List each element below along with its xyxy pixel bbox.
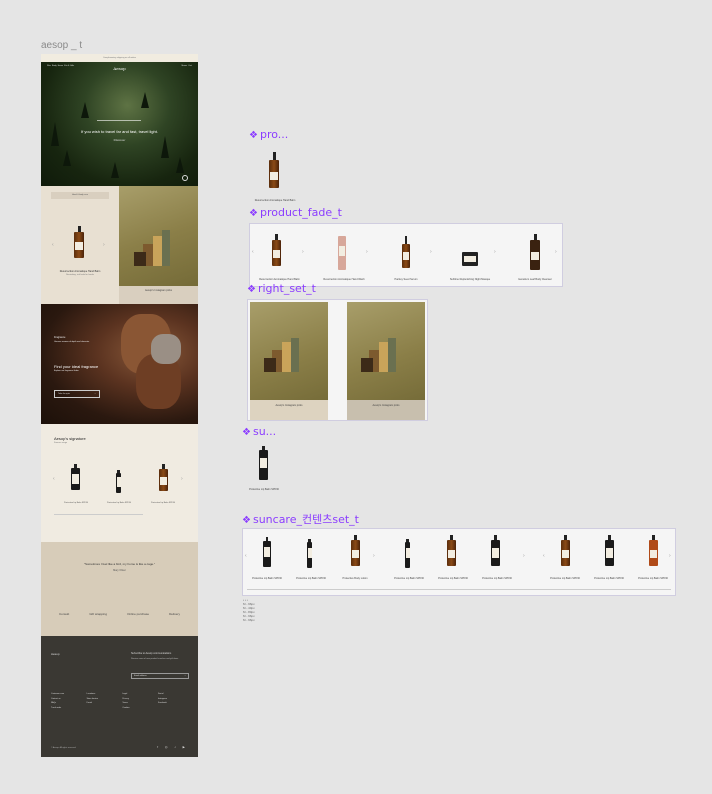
signature-item[interactable]: Protective Lip Balm SPF30: [56, 502, 96, 504]
instagram-card[interactable]: Aesop's Instagram picks: [347, 302, 425, 420]
fragrance-desc: Uncover aromas of depth and character: [54, 341, 90, 343]
carousel-progress: [247, 589, 671, 590]
link-delivery[interactable]: Delivery: [169, 612, 180, 616]
product-bottle-image: [74, 226, 84, 258]
product-section: Hand & body care ‹ › Resurrection Aromat…: [41, 186, 198, 304]
announcement-bar: Complimentary shipping on all orders: [41, 54, 198, 62]
product-tag: Hand & body care: [51, 192, 109, 199]
fade-item[interactable]: Parsley Seed Serum: [380, 278, 432, 281]
component-icon: ❖: [249, 130, 258, 141]
component-label-right-set[interactable]: ❖ right_set_t: [247, 282, 316, 295]
suncare-item[interactable]: Protective Lip Balm SPF30: [389, 577, 429, 580]
product-bottle-image: [269, 152, 279, 188]
footer: Aesop Subscribe to Aesop communications …: [41, 636, 198, 757]
product-carousel: Hand & body care ‹ › Resurrection Aromat…: [41, 186, 119, 304]
quote-author: Mary Oliver: [113, 569, 126, 572]
quote-text: "Sometimes I feel like a bird, my home i…: [83, 562, 156, 566]
instagram-card[interactable]: Aesop's Instagram picks: [250, 302, 328, 420]
signature-item[interactable]: Protective Lip Balm SPF30: [99, 502, 139, 504]
suncare-item[interactable]: Protective Lip Balm SPF30: [247, 577, 287, 580]
component-label-product-fade[interactable]: ❖ product_fade_t: [249, 206, 342, 219]
fragrance-quiz-button[interactable]: Take the quiz →: [54, 390, 100, 398]
fade-item[interactable]: Geranium Leaf Body Cleanser: [508, 278, 562, 281]
quote-section: "Sometimes I feel like a bird, my home i…: [41, 542, 198, 636]
suncare-bottle: [71, 464, 80, 490]
footer-col: Locations Store locator Facial: [86, 693, 98, 704]
signature-section: Aesop's signature Suncare range ‹ › Prot…: [41, 424, 198, 542]
suncare-name: Protective Lip Balm SPF30: [249, 488, 279, 491]
chevron-right-icon[interactable]: ›: [555, 249, 557, 255]
hero-divider: [97, 120, 141, 121]
card-caption: Aesop's Instagram picks: [347, 400, 425, 420]
chevron-right-icon[interactable]: ›: [103, 242, 105, 248]
chevron-right-icon[interactable]: ›: [181, 476, 183, 482]
page-frame: Complimentary shipping on all orders Ski…: [41, 54, 198, 757]
hero-quote: If you wish to travel far and fast, trav…: [81, 129, 158, 134]
chevron-left-icon[interactable]: ‹: [52, 242, 54, 248]
link-online-purchase[interactable]: Online purchase: [127, 612, 149, 616]
suncare-item[interactable]: Protective Lip Balm SPF30: [291, 577, 331, 580]
suncare-bottle: [116, 470, 121, 493]
product-name[interactable]: Resurrection Aromatique Hand Balm: [41, 270, 119, 273]
component-label-pro[interactable]: ❖ pro...: [249, 128, 288, 141]
product-fade-frame: ‹ › › › › › Resurrection Aromatique Hand Ba…: [249, 223, 563, 287]
footer-col: Legal Privacy Terms Cookies: [122, 693, 130, 709]
footer-newsletter-sub: Receive news of new product launches and…: [131, 658, 179, 660]
instagram-caption: Aesop's Instagram picks: [119, 286, 198, 304]
instagram-card[interactable]: Aesop's Instagram picks: [119, 186, 198, 304]
suncare-item[interactable]: Protective Lip Balm SPF30: [545, 577, 585, 580]
right-set-frame: Aesop's Instagram picks Aesop's Instagra…: [247, 299, 428, 421]
footer-email-input[interactable]: Email address →: [131, 673, 189, 679]
chevron-right-icon[interactable]: ›: [669, 553, 671, 559]
component-icon: ❖: [242, 515, 251, 526]
suncare-frame: ‹ › › ‹ › Protective Lip Balm SPF30 Prot…: [242, 528, 676, 596]
suncare-item[interactable]: Protective Lip Balm SPF30: [433, 577, 473, 580]
link-gift-wrapping[interactable]: Gift wrapping: [89, 612, 107, 616]
hero-cta-link[interactable]: Discover: [41, 138, 198, 142]
scroll-down-icon[interactable]: [182, 175, 188, 181]
chevron-left-icon[interactable]: ‹: [53, 476, 55, 482]
spacing-notes: • • • M - 96px M - 40px M - 80px M - 96p…: [243, 598, 255, 622]
logo[interactable]: Aesop: [41, 66, 198, 71]
fragrance-section: Fragrance Uncover aromas of depth and ch…: [41, 304, 198, 424]
suncare-item[interactable]: Protective Lip Balm SPF30: [589, 577, 629, 580]
component-icon: ❖: [249, 208, 258, 219]
fade-item[interactable]: Resurrection Aromatique Hand Balm: [252, 278, 307, 281]
suncare-bottle: [259, 446, 268, 480]
component-icon: ❖: [242, 427, 251, 438]
signature-item[interactable]: Protective Lip Balm SPF30: [143, 502, 183, 504]
fade-item[interactable]: Sublime Replenishing Night Masque: [440, 278, 500, 281]
suncare-item[interactable]: Protective Lip Balm SPF30: [477, 577, 517, 580]
product-desc: Nourishing, rich balm for hands: [66, 274, 94, 276]
link-consult[interactable]: Consult: [59, 612, 69, 616]
footer-columns: Customer care Contact us FAQs Track order L…: [51, 692, 188, 710]
footer-copyright: © Aesop. All rights reserved.: [51, 747, 77, 749]
fade-item[interactable]: Resurrection Aromatique Hand Wash: [314, 278, 374, 281]
card-caption: Aesop's Instagram picks: [250, 400, 328, 420]
hero-section: Skin Body Home Kits & Gifts Stores Cart …: [41, 62, 198, 186]
signature-sub: Suncare range: [54, 442, 68, 444]
suncare-bottle: [159, 464, 168, 491]
frame-title: aesop _ t: [41, 40, 83, 51]
chevron-left-icon[interactable]: ‹: [245, 553, 247, 559]
footer-col: Social Instagram Facebook: [157, 693, 167, 704]
chevron-left-icon[interactable]: ‹: [252, 249, 254, 255]
component-label-suncare[interactable]: ❖ suncare_컨텐츠set_t: [242, 511, 359, 527]
product-name: Resurrection Aromatique Hand Balm: [254, 199, 296, 202]
signature-title: Aesop's signature: [54, 436, 86, 441]
suncare-item[interactable]: Protective Body Lotion: [335, 577, 375, 580]
fragrance-title: Find your ideal fragrance: [54, 364, 99, 369]
component-label-su[interactable]: ❖ su...: [242, 425, 276, 438]
footer-newsletter-title: Subscribe to Aesop communications: [131, 652, 172, 655]
fragrance-sub: Explore our fragrance finder: [54, 370, 79, 372]
component-icon: ❖: [247, 284, 256, 295]
carousel-progress: [54, 514, 143, 515]
service-links: Consult Gift wrapping Online purchase De…: [59, 612, 180, 616]
footer-logo[interactable]: Aesop: [51, 652, 60, 656]
fragrance-label: Fragrance: [54, 336, 66, 339]
social-icons[interactable]: f ◎ ♪ ▶: [157, 745, 188, 749]
suncare-item[interactable]: Protective Lip Balm SPF30: [633, 577, 673, 580]
footer-col: Customer care Contact us FAQs Track order: [51, 693, 65, 709]
